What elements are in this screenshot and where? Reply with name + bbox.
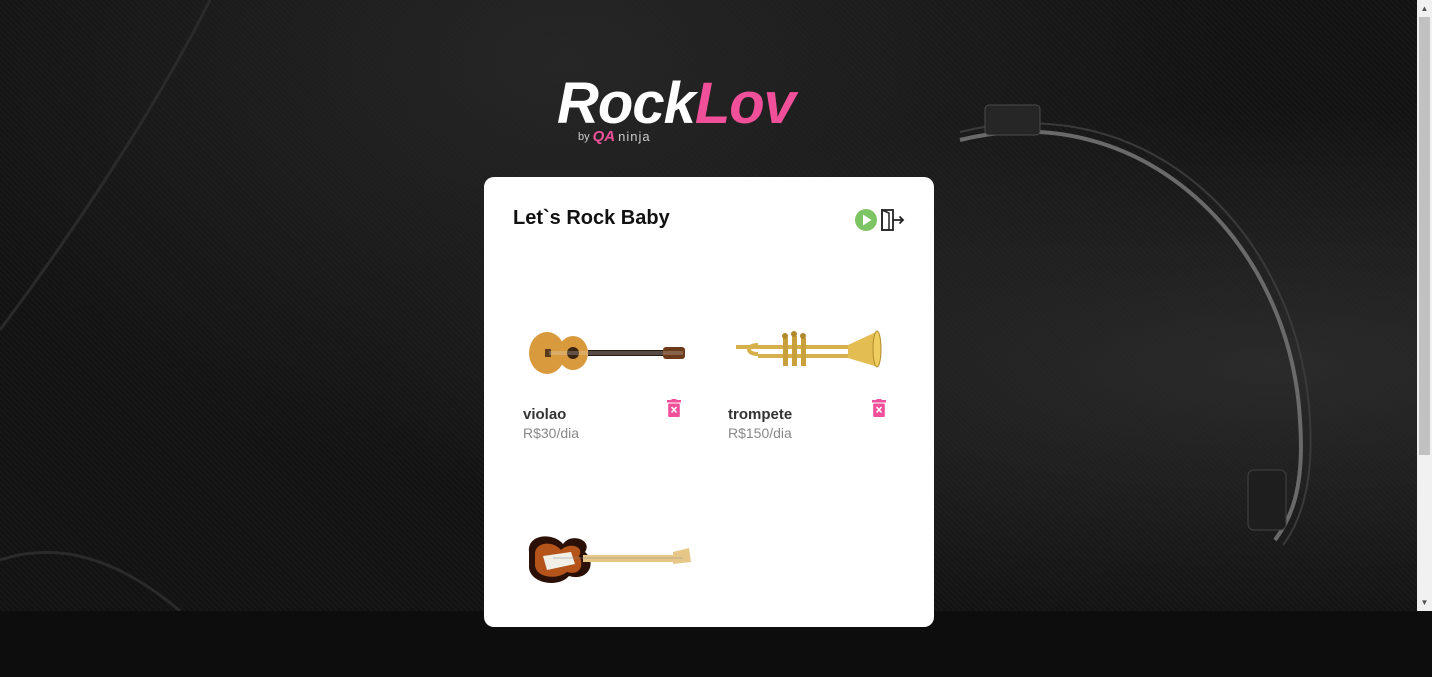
- scrollbar-thumb[interactable]: [1419, 17, 1430, 455]
- item-name: violao: [523, 406, 567, 423]
- scroll-up-arrow-icon[interactable]: ▲: [1417, 0, 1432, 17]
- rocklov-logo: RockLov by QA ninja: [555, 72, 865, 150]
- electric-guitar-image: [528, 536, 691, 583]
- logo-rock-text: Rock: [557, 71, 696, 136]
- item-price: R$150/dia: [728, 425, 792, 441]
- item-card-violao[interactable]: violao R$30/dia: [523, 177, 703, 441]
- delete-trompete-icon[interactable]: [872, 399, 886, 417]
- logo-wordmark: RockLov: [557, 71, 796, 136]
- trumpet-image: [736, 330, 882, 368]
- logo-ninja-text: ninja: [618, 129, 651, 144]
- acoustic-guitar-image: [529, 332, 685, 374]
- logo-byline: by QA ninja: [578, 128, 651, 145]
- scroll-down-arrow-icon[interactable]: ▼: [1417, 594, 1432, 611]
- qa-ninja-logo-icon: QA: [592, 128, 616, 145]
- item-name: trompete: [728, 406, 793, 423]
- vertical-scrollbar[interactable]: ▲ ▼: [1417, 0, 1432, 611]
- delete-violao-icon[interactable]: [667, 399, 681, 417]
- dashboard-card: Let`s Rock Baby violao R$30/dia trompete…: [484, 177, 934, 627]
- logo-by-text: by: [578, 130, 590, 143]
- item-card-trompete[interactable]: trompete R$150/dia: [728, 177, 908, 441]
- logo-lov-text: Lov: [694, 71, 796, 136]
- item-price: R$30/dia: [523, 425, 580, 441]
- item-card-electric-guitar[interactable]: [523, 477, 703, 677]
